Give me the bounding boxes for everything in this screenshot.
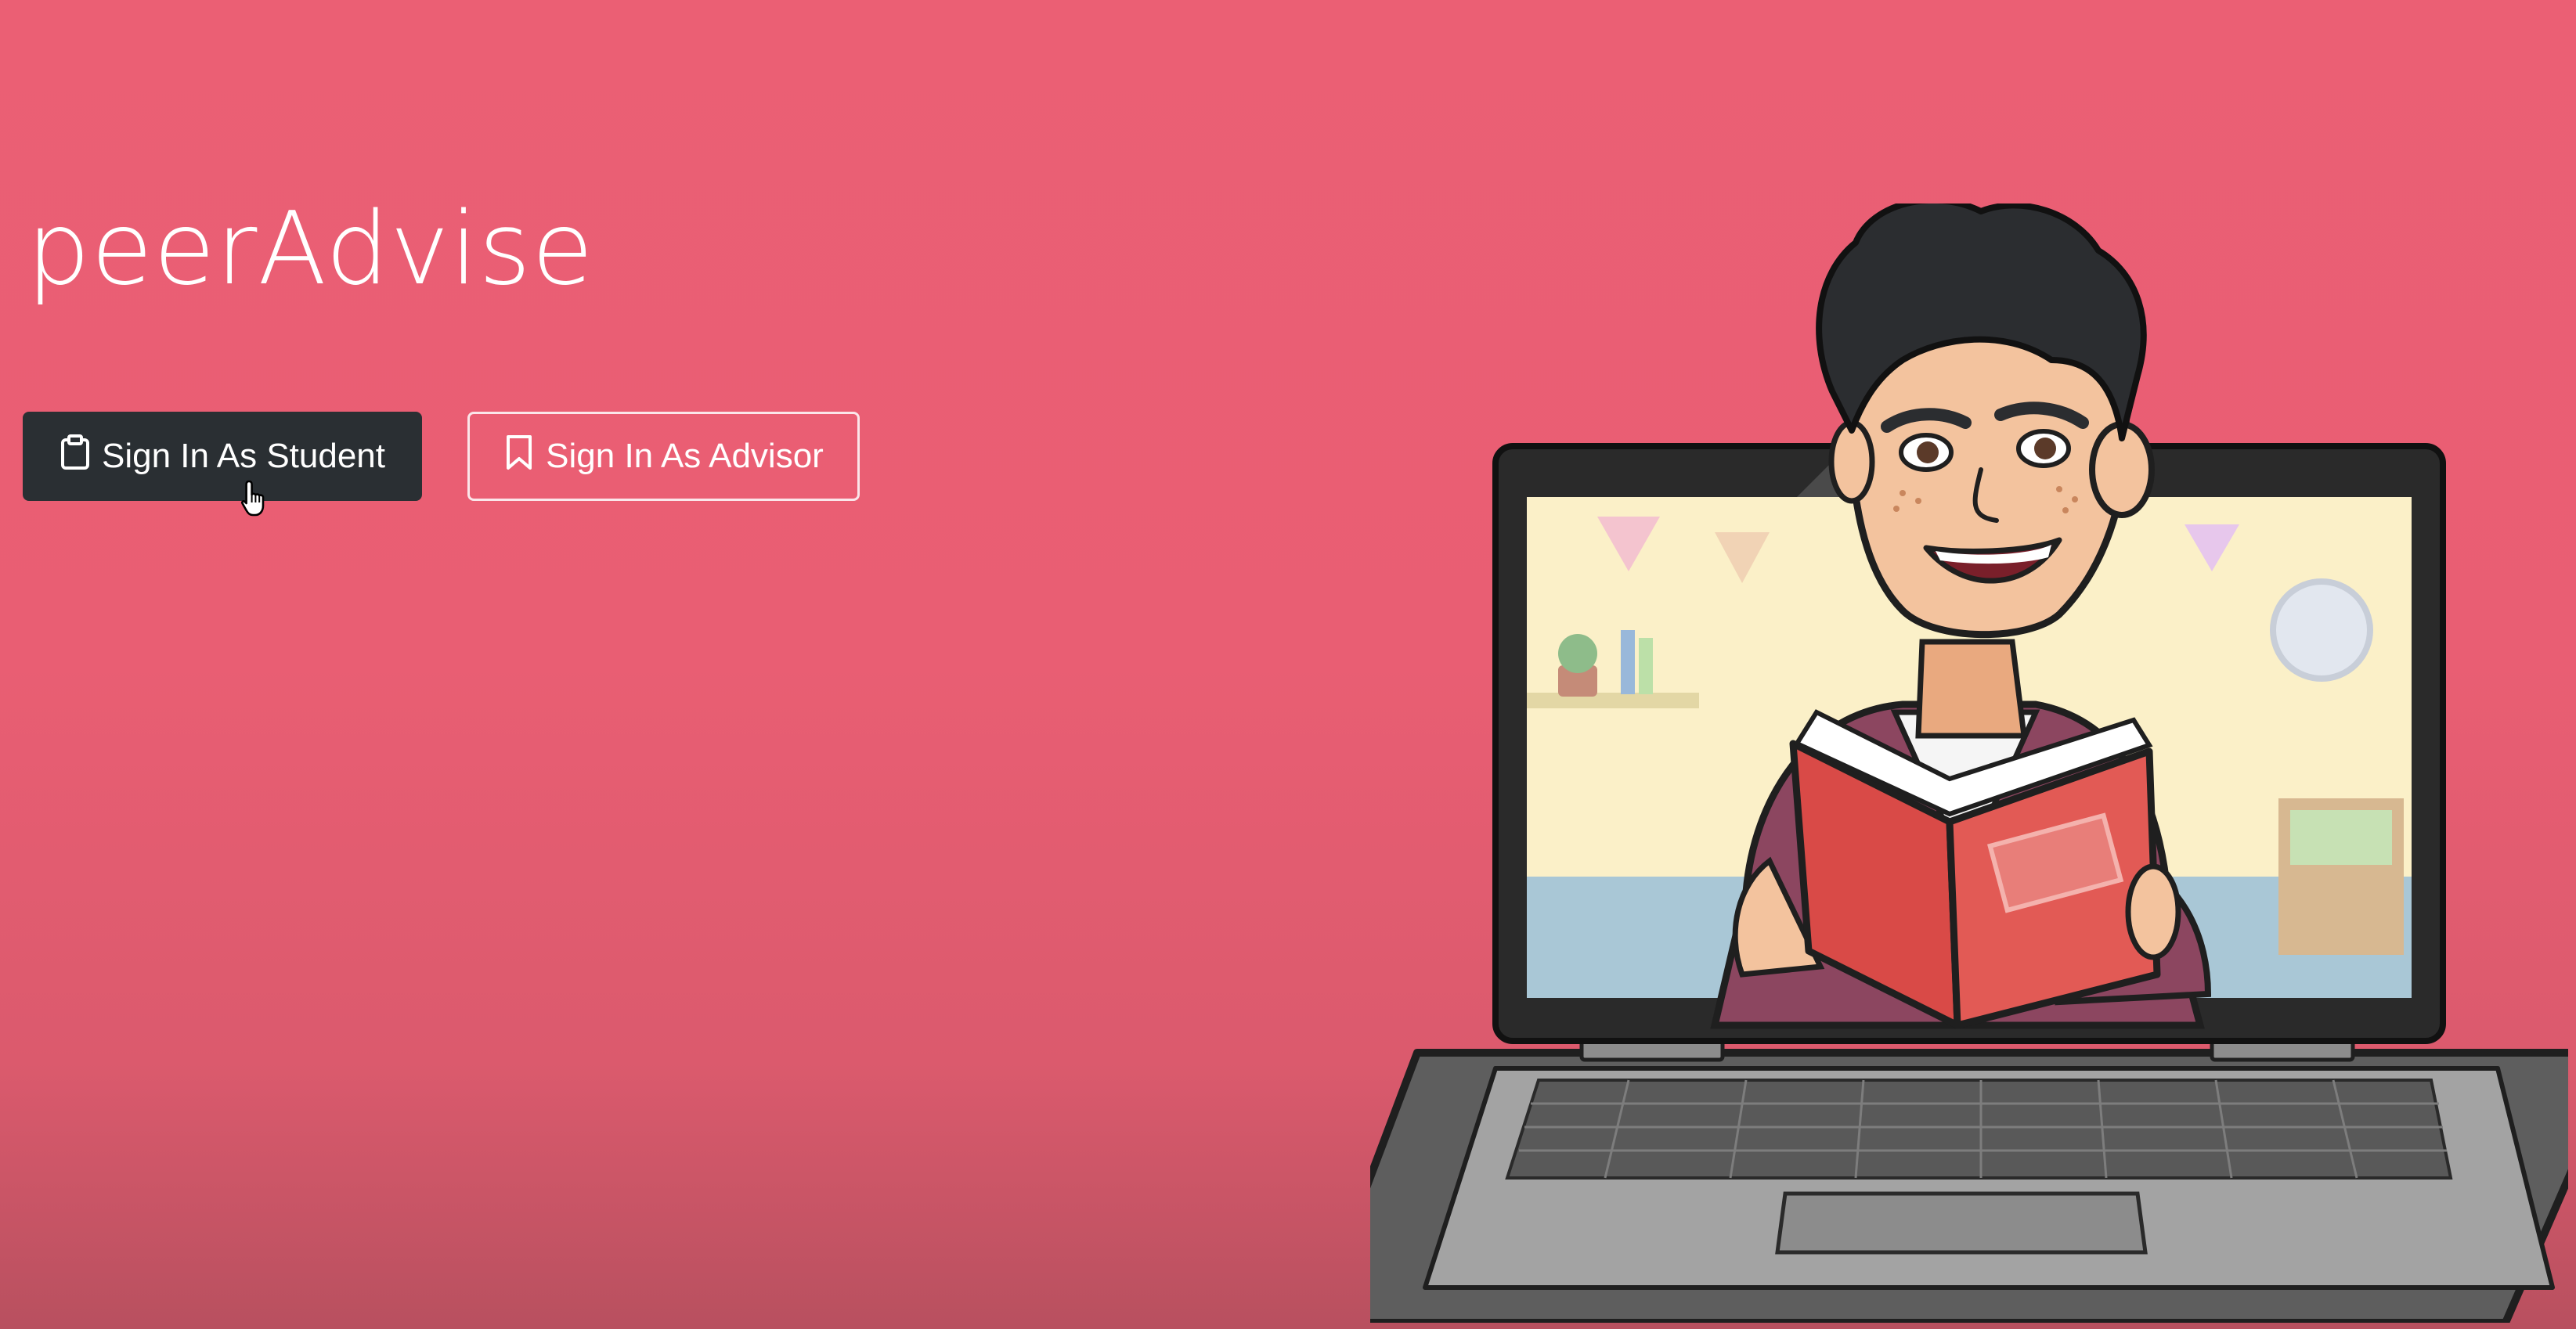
sign-in-student-button[interactable]: Sign In As Student <box>23 412 422 501</box>
student-laptop-illustration <box>1370 203 2568 1323</box>
hand-cursor-icon <box>241 480 265 517</box>
clipboard-icon <box>60 434 91 480</box>
app-logo-text: peerAdvise <box>27 191 594 308</box>
sign-in-advisor-label: Sign In As Advisor <box>546 437 824 475</box>
sign-in-student-label: Sign In As Student <box>101 437 386 475</box>
sign-in-advisor-button[interactable]: Sign In As Advisor <box>467 412 860 501</box>
bookmark-icon <box>503 434 535 480</box>
